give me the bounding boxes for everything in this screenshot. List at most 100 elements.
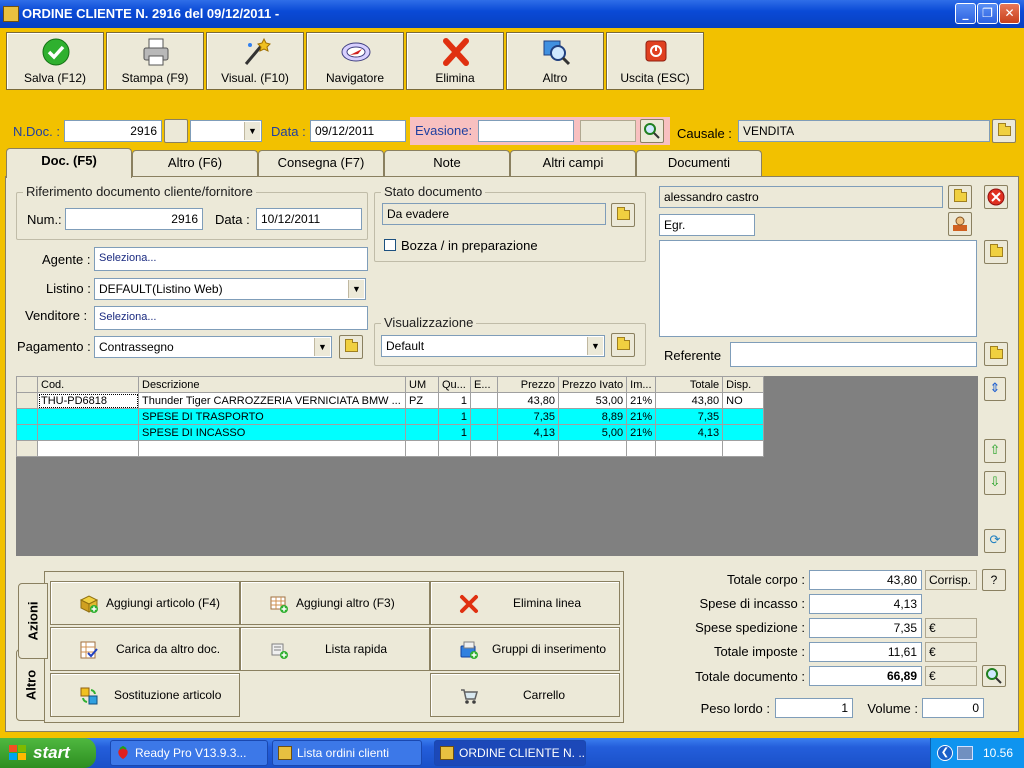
ndoc-spin-button[interactable]: [164, 119, 188, 143]
cell-cod[interactable]: [37, 440, 139, 457]
cell-iva[interactable]: [626, 440, 657, 457]
carrello-button[interactable]: Carrello: [430, 673, 620, 717]
cell-descr[interactable]: SPESE DI TRASPORTO: [138, 408, 406, 425]
close-button[interactable]: ✕: [999, 3, 1020, 24]
cell-um[interactable]: [405, 424, 439, 441]
col-header-prezzo[interactable]: Prezzo: [497, 376, 559, 393]
cell-cod[interactable]: [37, 408, 139, 425]
visualizzazione-select[interactable]: Default ▼: [381, 335, 605, 357]
taskbar-item-ordine-cliente[interactable]: ORDINE CLIENTE N. ...: [434, 740, 586, 766]
stato-browse-button[interactable]: [611, 203, 635, 227]
col-header-e[interactable]: E...: [470, 376, 498, 393]
cell-totale[interactable]: 4,13: [655, 424, 724, 441]
col-header-prezzo-ivato[interactable]: Prezzo Ivato: [557, 376, 628, 393]
taskbar-item-readypro[interactable]: Ready Pro V13.9.3...: [110, 740, 268, 766]
aggiungi-altro-button[interactable]: Aggiungi altro (F3): [240, 581, 430, 625]
visual-button[interactable]: Visual. (F10): [206, 32, 304, 90]
cell-cod[interactable]: THU-PD6818: [37, 392, 139, 409]
causale-browse-button[interactable]: [992, 119, 1016, 143]
rif-data-field[interactable]: 10/12/2011: [256, 208, 362, 230]
cell-ivato[interactable]: 53,00: [557, 392, 628, 409]
col-header-cod[interactable]: Cod.: [37, 376, 139, 393]
cell-totale[interactable]: [655, 440, 724, 457]
cell-ivato[interactable]: [557, 440, 628, 457]
taskbar-item-lista-ordini[interactable]: Lista ordini clienti: [272, 740, 422, 766]
salva-button[interactable]: Salva (F12): [6, 32, 104, 90]
uscita-button[interactable]: Uscita (ESC): [606, 32, 704, 90]
tab-doc[interactable]: Doc. (F5): [6, 148, 132, 178]
cell-disp[interactable]: [722, 424, 765, 441]
table-row[interactable]: SPESE DI INCASSO 1 4,13 5,00 21% 4,13: [16, 424, 765, 441]
cell-prezzo[interactable]: [497, 440, 559, 457]
tab-documenti[interactable]: Documenti: [636, 150, 762, 176]
cell-um[interactable]: [405, 440, 439, 457]
venditore-field[interactable]: Seleziona...: [94, 306, 368, 330]
ndoc-series-select[interactable]: ▼: [190, 120, 262, 142]
cell-descr[interactable]: SPESE DI INCASSO: [138, 424, 406, 441]
start-button[interactable]: start: [0, 738, 96, 768]
elimina-linea-button[interactable]: Elimina linea: [430, 581, 620, 625]
title-bar[interactable]: ORDINE CLIENTE N. 2916 del 09/12/2011 - …: [0, 0, 1024, 28]
cell-e[interactable]: [470, 392, 498, 409]
cell-ivato[interactable]: 8,89: [557, 408, 628, 425]
cell-descr[interactable]: Thunder Tiger CARROZZERIA VERNICIATA BMW…: [138, 392, 406, 409]
cell-ivato[interactable]: 5,00: [557, 424, 628, 441]
tab-consegna[interactable]: Consegna (F7): [258, 150, 384, 176]
row-selector[interactable]: [16, 392, 38, 409]
rif-num-field[interactable]: 2916: [65, 208, 203, 230]
salutation-field[interactable]: Egr.: [659, 214, 755, 236]
cell-e[interactable]: [470, 424, 498, 441]
cell-qty[interactable]: 1: [438, 408, 471, 425]
spese-spedizione-field[interactable]: 7,35: [809, 618, 922, 638]
evasione-search-button[interactable]: [640, 119, 664, 143]
listino-select[interactable]: DEFAULT(Listino Web) ▼: [94, 278, 366, 300]
move-down-button[interactable]: ⇩: [984, 471, 1006, 495]
stato-field[interactable]: Da evadere: [382, 203, 606, 225]
evasione-field[interactable]: [478, 120, 574, 142]
cell-iva[interactable]: 21%: [626, 408, 657, 425]
cell-um[interactable]: [405, 408, 439, 425]
lista-rapida-button[interactable]: Lista rapida: [240, 627, 430, 671]
cell-cod[interactable]: [37, 424, 139, 441]
cell-e[interactable]: [470, 440, 498, 457]
cell-qty[interactable]: [438, 440, 471, 457]
cell-iva[interactable]: 21%: [626, 392, 657, 409]
tab-altro[interactable]: Altro (F6): [132, 150, 258, 176]
col-header-um[interactable]: UM: [405, 376, 439, 393]
tab-note[interactable]: Note: [384, 150, 510, 176]
cell-totale[interactable]: 7,35: [655, 408, 724, 425]
cliente-clear-button[interactable]: [984, 185, 1008, 209]
navigatore-button[interactable]: Navigatore: [306, 32, 404, 90]
cliente-address-box[interactable]: [659, 240, 977, 337]
referente-browse-button[interactable]: [984, 342, 1008, 366]
volume-field[interactable]: 0: [922, 698, 984, 718]
order-lines-grid[interactable]: Cod. Descrizione UM Qu... E... Prezzo Pr…: [16, 376, 978, 556]
cell-qty[interactable]: 1: [438, 424, 471, 441]
table-row[interactable]: SPESE DI TRASPORTO 1 7,35 8,89 21% 7,35: [16, 408, 765, 425]
causale-field[interactable]: VENDITA: [738, 120, 990, 142]
cell-prezzo[interactable]: 43,80: [497, 392, 559, 409]
row-selector[interactable]: [16, 424, 38, 441]
col-header-iva[interactable]: Im...: [626, 376, 657, 393]
ndoc-field[interactable]: 2916: [64, 120, 162, 142]
tab-altri-campi[interactable]: Altri campi: [510, 150, 636, 176]
move-row-button[interactable]: ⇕: [984, 377, 1006, 401]
stampa-button[interactable]: Stampa (F9): [106, 32, 204, 90]
agente-field[interactable]: Seleziona...: [94, 247, 368, 271]
pagamento-browse-button[interactable]: [339, 335, 363, 359]
peso-lordo-field[interactable]: 1: [775, 698, 853, 718]
network-icon[interactable]: [957, 746, 973, 760]
cell-descr[interactable]: [138, 440, 406, 457]
gruppi-inserimento-button[interactable]: Gruppi di inserimento: [430, 627, 620, 671]
col-header-disp[interactable]: Disp.: [722, 376, 765, 393]
cell-um[interactable]: PZ: [405, 392, 439, 409]
move-up-button[interactable]: ⇧: [984, 439, 1006, 463]
row-selector[interactable]: [16, 408, 38, 425]
vtab-altro[interactable]: Altro: [16, 649, 46, 721]
cliente-contact-button[interactable]: [948, 212, 972, 236]
sostituzione-articolo-button[interactable]: Sostituzione articolo: [50, 673, 240, 717]
cell-disp[interactable]: NO: [722, 392, 765, 409]
bozza-checkbox[interactable]: [384, 239, 396, 251]
col-header-qta[interactable]: Qu...: [438, 376, 471, 393]
vtab-azioni[interactable]: Azioni: [18, 583, 48, 659]
